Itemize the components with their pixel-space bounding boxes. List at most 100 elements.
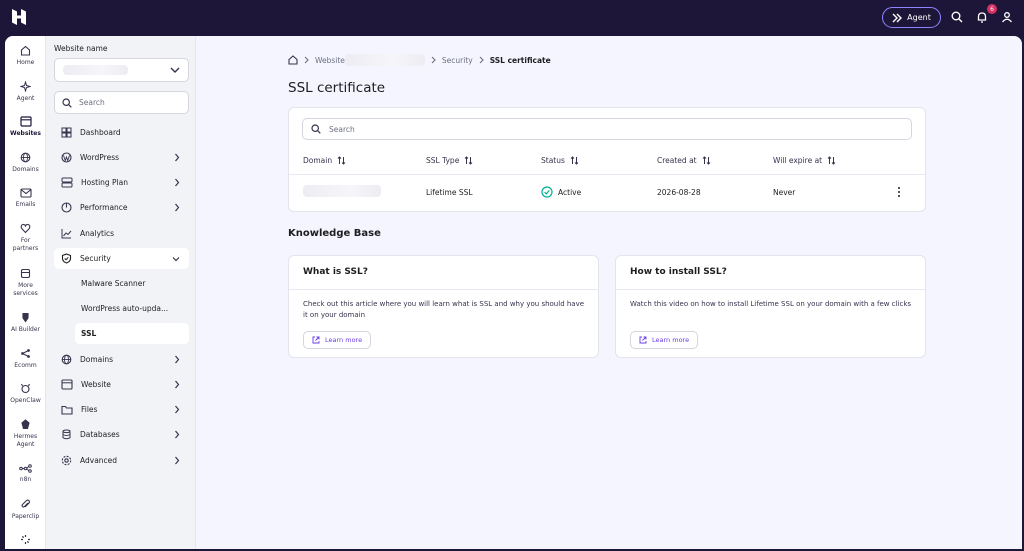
sidebar-item-dashboard[interactable]: Dashboard (54, 122, 189, 143)
rail-item-more-services[interactable]: More services (5, 268, 46, 298)
breadcrumb-websites[interactable]: Website (315, 56, 345, 65)
chevron-right-icon (479, 56, 484, 64)
rail-item-emails[interactable]: Emails (5, 188, 46, 209)
sidebar-item-files[interactable]: Files (54, 399, 189, 420)
rail-item-websites[interactable]: Websites (5, 116, 46, 138)
rail-item-openclaw[interactable]: OpenClaw (5, 383, 46, 405)
sidebar-item-label: Dashboard (80, 128, 121, 137)
rail-item-home[interactable]: Home (5, 45, 46, 67)
chevron-right-icon (431, 56, 436, 64)
column-header-domain[interactable]: Domain (303, 156, 346, 165)
rail-item-ai-builder[interactable]: AI Builder (5, 312, 46, 334)
loader-icon (21, 535, 30, 544)
chevron-right-icon (175, 430, 180, 439)
sidebar-item-label: Performance (80, 203, 128, 212)
sidebar-item-databases[interactable]: Databases (54, 424, 189, 445)
search-icon[interactable] (949, 9, 965, 25)
cell-created-at: 2026-08-28 (657, 188, 701, 197)
ai-builder-icon (22, 312, 29, 323)
ssl-table-card: Search Domain SSL Type Status Created at… (288, 107, 926, 212)
sidebar-item-performance[interactable]: Performance (54, 197, 189, 218)
column-header-status[interactable]: Status (541, 156, 579, 165)
chevron-right-icon (175, 153, 180, 162)
sidebar-subitem-ssl[interactable]: SSL (75, 323, 189, 344)
sort-icon (337, 156, 346, 165)
more-vertical-icon[interactable] (897, 186, 901, 198)
sidebar-item-analytics[interactable]: Analytics (54, 223, 189, 244)
cell-status-text: Active (558, 187, 582, 197)
search-icon (62, 97, 72, 108)
sidebar-item-label: Analytics (80, 229, 115, 238)
rail-item-paperclip[interactable]: Paperclip (5, 499, 46, 521)
cell-will-expire-at: Never (773, 188, 795, 197)
sidebar-item-label: Security (80, 254, 111, 263)
kb-card-what-is-ssl: What is SSL? Check out this article wher… (288, 255, 599, 358)
sidebar-subitem-label: WordPress auto-upda... (81, 304, 169, 313)
sidebar-subitem-wordpress-auto-updates[interactable]: WordPress auto-upda... (75, 298, 189, 319)
website-selector[interactable] (54, 58, 189, 82)
column-header-label: SSL Type (426, 156, 460, 165)
table-search-input[interactable]: Search (302, 118, 912, 140)
learn-more-button[interactable]: Learn more (303, 331, 372, 349)
globe-icon (20, 152, 31, 163)
mail-icon (19, 188, 32, 198)
rail-item-for-partners[interactable]: For partners (5, 223, 46, 253)
learn-more-button[interactable]: Learn more (630, 331, 699, 349)
website-sidebar: Website name Search Dashboard WordPress … (46, 36, 196, 549)
sidebar-search-placeholder: Search (79, 98, 105, 107)
server-icon (61, 177, 73, 188)
column-header-ssl-type[interactable]: SSL Type (426, 156, 473, 165)
learn-more-label: Learn more (652, 336, 690, 344)
sidebar-subitem-malware-scanner[interactable]: Malware Scanner (75, 273, 189, 294)
home-icon (20, 45, 31, 56)
shield-icon (61, 253, 72, 264)
sidebar-item-advanced[interactable]: Advanced (54, 450, 189, 471)
sidebar-item-label: WordPress (80, 153, 120, 162)
sidebar-item-hosting-plan[interactable]: Hosting Plan (54, 172, 189, 193)
hostinger-logo[interactable] (10, 8, 28, 26)
kb-card-divider (616, 289, 925, 290)
sidebar-item-website[interactable]: Website (54, 374, 189, 395)
cell-expire-text: Never (773, 188, 796, 197)
kb-card-text: Watch this video on how to install Lifet… (630, 300, 912, 308)
column-header-created-at[interactable]: Created at (657, 156, 711, 165)
agent-icon (892, 13, 903, 22)
column-header-label: Created at (657, 156, 697, 165)
chevron-right-icon (175, 203, 180, 212)
sort-icon (702, 156, 710, 165)
chart-line-icon (61, 229, 72, 239)
sidebar-item-label: Databases (80, 430, 120, 439)
rail-item-hermes-agent[interactable]: Hermes Agent (5, 419, 46, 449)
sidebar-title: Website name (54, 44, 108, 53)
sort-icon (464, 156, 473, 165)
breadcrumb-current: SSL certificate (489, 55, 551, 65)
column-header-label: Domain (303, 156, 333, 165)
user-icon[interactable] (999, 9, 1015, 25)
paperclip-icon (21, 499, 30, 508)
sidebar-search-input[interactable]: Search (54, 91, 189, 114)
kb-card-divider (289, 289, 598, 290)
sidebar-item-domains[interactable]: Domains (54, 349, 189, 370)
column-header-will-expire-at[interactable]: Will expire at (773, 156, 836, 165)
kb-card-title: What is SSL? (303, 267, 368, 277)
chevron-right-icon (304, 56, 309, 64)
rail-item-n8n[interactable]: n8n (5, 464, 46, 484)
breadcrumb-security[interactable]: Security (442, 56, 473, 65)
sidebar-item-security[interactable]: Security (54, 248, 189, 269)
top-bar: Agent 6 (0, 0, 1024, 36)
chevron-right-icon (175, 380, 180, 389)
gear-icon (61, 455, 72, 466)
rail-item-more[interactable] (5, 534, 46, 548)
column-header-label: Will expire at (773, 156, 823, 165)
sidebar-subitem-label: Malware Scanner (81, 279, 146, 288)
rail-item-agent[interactable]: Agent (5, 81, 46, 103)
agent-button[interactable]: Agent (882, 7, 941, 28)
rail-item-domains[interactable]: Domains (5, 152, 46, 174)
main-content: Website Security SSL certificate SSL cer… (196, 36, 1022, 549)
browser-icon (61, 379, 73, 390)
home-icon[interactable] (288, 55, 298, 65)
rail-item-ecomm[interactable]: Ecomm (5, 348, 46, 370)
column-header-label: Status (541, 156, 565, 165)
sidebar-item-wordpress[interactable]: WordPress (54, 147, 189, 168)
rail-label: Domains (12, 166, 39, 173)
